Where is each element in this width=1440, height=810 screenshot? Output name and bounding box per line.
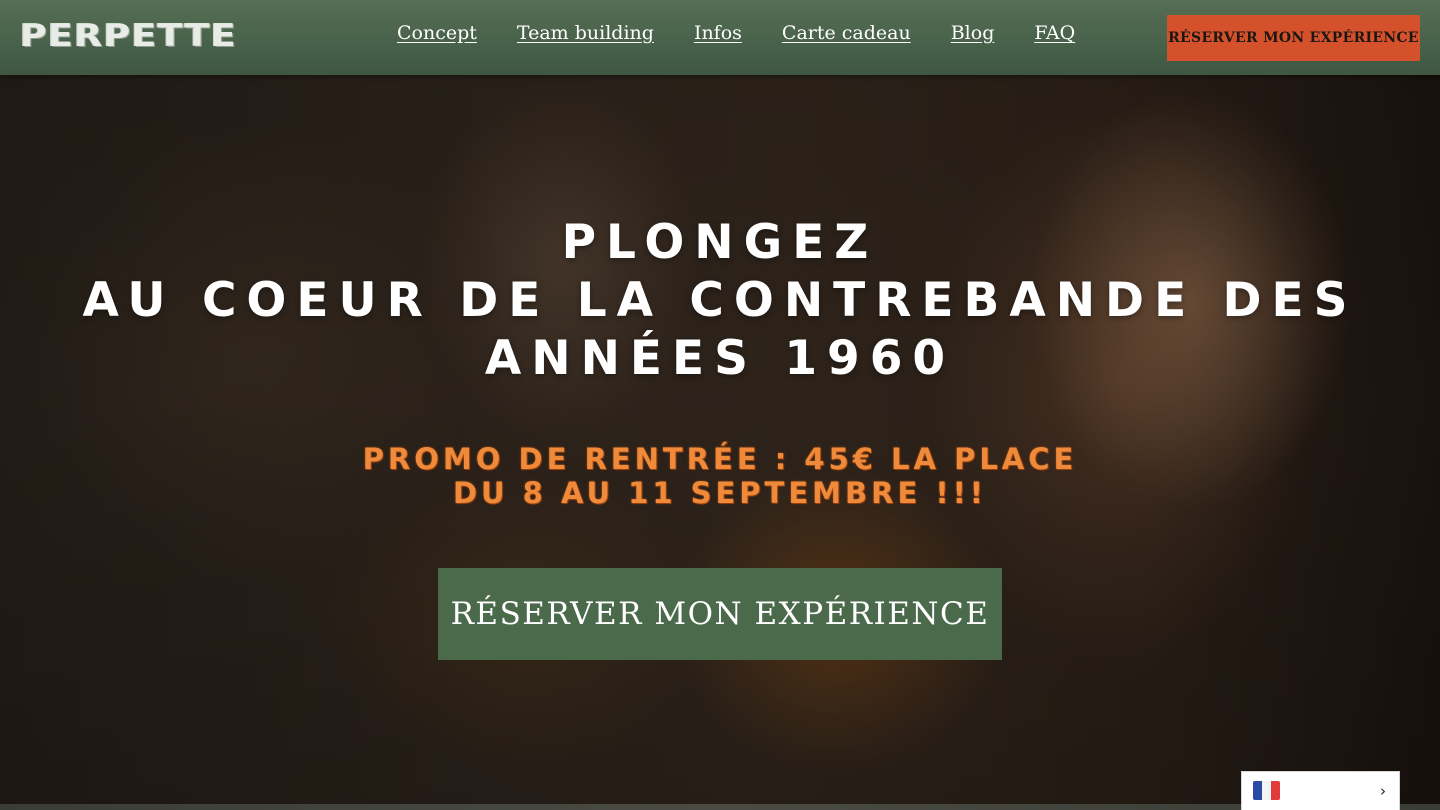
promo-line-2: DU 8 AU 11 SEPTEMBRE !!!: [452, 476, 988, 510]
hero-background: [0, 0, 1440, 804]
chevron-right-icon: ›: [1380, 782, 1386, 800]
logo[interactable]: PERPETTE: [20, 18, 237, 54]
nav-link-concept[interactable]: Concept: [397, 22, 477, 44]
nav-link-faq[interactable]: FAQ: [1034, 22, 1075, 44]
french-flag-icon: [1253, 781, 1280, 800]
headline-line-1: PLONGEZ: [561, 215, 879, 270]
nav-link-team-building[interactable]: Team building: [517, 22, 654, 44]
nav-link-infos[interactable]: Infos: [694, 22, 742, 44]
headline-line-2: AU COEUR DE LA CONTREBANDE DES: [82, 273, 1358, 328]
headline-line-3: ANNÉES 1960: [484, 331, 956, 386]
language-selector[interactable]: ›: [1241, 771, 1400, 810]
main-nav: Concept Team building Infos Carte cadeau…: [397, 22, 1075, 44]
promo-banner: PROMO DE RENTRÉE : 45€ LA PLACE DU 8 AU …: [0, 442, 1440, 510]
next-section-edge: [0, 804, 1440, 810]
hero-book-button[interactable]: RÉSERVER MON EXPÉRIENCE: [438, 568, 1002, 660]
header-book-button[interactable]: RÉSERVER MON EXPÉRIENCE: [1167, 15, 1420, 61]
top-navbar: PERPETTE Concept Team building Infos Car…: [0, 0, 1440, 75]
promo-line-1: PROMO DE RENTRÉE : 45€ LA PLACE: [362, 442, 1078, 476]
nav-link-carte-cadeau[interactable]: Carte cadeau: [782, 22, 911, 44]
nav-link-blog[interactable]: Blog: [951, 22, 995, 44]
hero-headline: PLONGEZ AU COEUR DE LA CONTREBANDE DES A…: [0, 214, 1440, 388]
